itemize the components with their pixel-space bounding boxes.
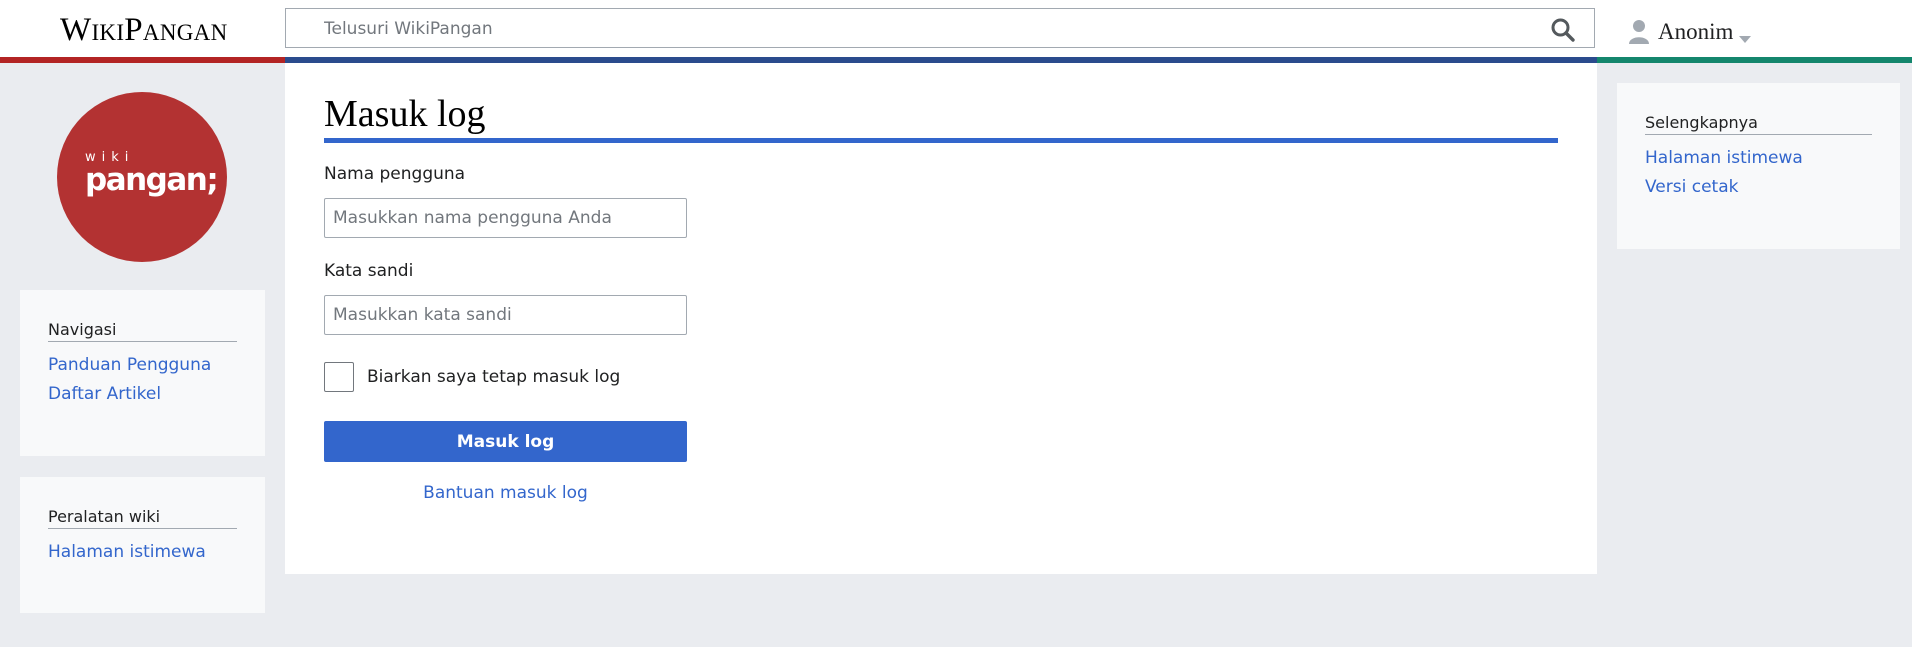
more-link-special-pages[interactable]: Halaman istimewa [1645, 148, 1803, 168]
list-item: Halaman istimewa [1645, 147, 1872, 169]
search-input[interactable] [324, 17, 1474, 41]
login-button[interactable]: Masuk log [324, 421, 687, 462]
user-menu[interactable]: Anonim [1628, 16, 1752, 48]
tools-list: Halaman istimewa [48, 529, 237, 563]
more-heading: Selengkapnya [1645, 113, 1872, 135]
remember-me-label[interactable]: Biarkan saya tetap masuk log [367, 367, 620, 387]
site-logo[interactable]: wiki pangan; [57, 92, 227, 262]
more-list: Halaman istimewa Versi cetak [1645, 135, 1872, 198]
header-stripe-red [0, 57, 285, 63]
navigation-list: Panduan Pengguna Daftar Artikel [48, 342, 237, 405]
header: WikiPangan Anonim [0, 0, 1912, 57]
nav-link-user-guide[interactable]: Panduan Pengguna [48, 355, 211, 375]
username-field[interactable] [324, 198, 687, 238]
navigation-heading: Navigasi [48, 320, 237, 342]
header-stripe-green [1597, 57, 1912, 63]
remember-me-checkbox[interactable] [324, 362, 354, 392]
tools-heading: Peralatan wiki [48, 507, 237, 529]
main-content: Masuk log Nama pengguna Kata sandi Biark… [285, 63, 1597, 574]
search-icon[interactable] [1550, 17, 1576, 43]
password-label: Kata sandi [324, 261, 414, 281]
logo-main-text: pangan; [85, 162, 219, 198]
list-item: Halaman istimewa [48, 541, 237, 563]
tools-link-special-pages[interactable]: Halaman istimewa [48, 542, 206, 562]
site-wordmark[interactable]: WikiPangan [60, 12, 227, 49]
chevron-down-icon [1739, 29, 1752, 43]
tools-portal: Peralatan wiki Halaman istimewa [20, 477, 265, 613]
password-field[interactable] [324, 295, 687, 335]
nav-link-article-list[interactable]: Daftar Artikel [48, 384, 161, 404]
remember-me-row: Biarkan saya tetap masuk log [324, 362, 620, 392]
list-item: Versi cetak [1645, 176, 1872, 198]
search-box [285, 8, 1595, 48]
user-icon [1628, 19, 1650, 45]
more-portal: Selengkapnya Halaman istimewa Versi ceta… [1617, 83, 1900, 249]
username-label: Nama pengguna [324, 164, 466, 184]
user-name: Anonim [1658, 19, 1734, 44]
list-item: Daftar Artikel [48, 383, 237, 405]
more-link-print-version[interactable]: Versi cetak [1645, 177, 1738, 197]
login-help-link[interactable]: Bantuan masuk log [324, 483, 687, 503]
list-item: Panduan Pengguna [48, 354, 237, 376]
navigation-portal: Navigasi Panduan Pengguna Daftar Artikel [20, 290, 265, 456]
page-title: Masuk log [324, 91, 1558, 143]
